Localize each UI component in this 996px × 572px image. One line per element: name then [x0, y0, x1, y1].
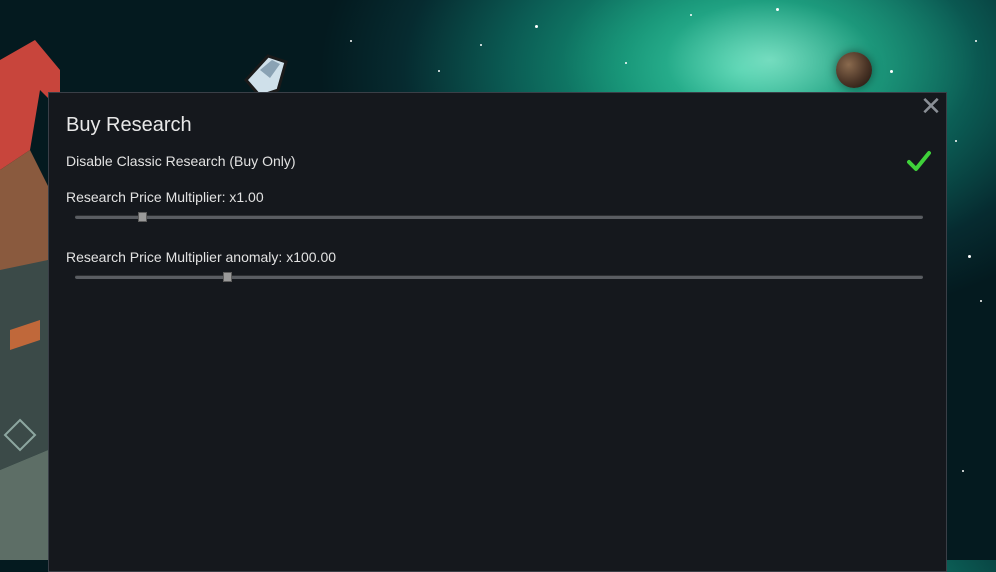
buy-research-dialog: ✕ Buy Research Disable Classic Research … — [48, 92, 947, 572]
anomaly-multiplier-label: Research Price Multiplier anomaly: x100.… — [66, 249, 337, 265]
anomaly-multiplier-slider[interactable] — [75, 272, 923, 282]
close-button[interactable]: ✕ — [920, 93, 942, 119]
price-multiplier-slider-handle[interactable] — [137, 212, 147, 222]
star — [776, 8, 779, 11]
anomaly-multiplier-slider-handle[interactable] — [222, 272, 232, 282]
star — [962, 470, 964, 472]
star — [480, 44, 482, 46]
star — [955, 140, 957, 142]
star — [350, 40, 352, 42]
star — [535, 25, 538, 28]
star — [690, 14, 692, 16]
star — [625, 62, 627, 64]
checkmark-icon[interactable] — [907, 150, 931, 172]
star — [980, 300, 982, 302]
star — [890, 70, 893, 73]
planet — [836, 52, 872, 88]
close-icon: ✕ — [920, 91, 942, 121]
dialog-title: Buy Research — [66, 114, 192, 136]
star — [968, 255, 971, 258]
star — [975, 40, 977, 42]
price-multiplier-label: Research Price Multiplier: x1.00 — [66, 189, 264, 205]
star — [438, 70, 440, 72]
price-multiplier-slider[interactable] — [75, 212, 923, 222]
weapon-art — [243, 54, 288, 98]
disable-classic-label: Disable Classic Research (Buy Only) — [66, 153, 296, 169]
